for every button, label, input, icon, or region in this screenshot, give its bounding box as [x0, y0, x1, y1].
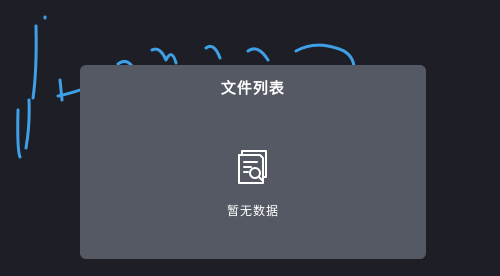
empty-state-text: 暂无数据: [226, 204, 279, 218]
file-list-modal: 文件列表 暂无数据: [80, 65, 426, 259]
ink-stroke: [58, 78, 64, 102]
ink-stroke: [204, 44, 222, 60]
document-search-icon: [232, 146, 274, 188]
ink-stroke: [24, 98, 31, 150]
ink-stroke: [31, 24, 38, 100]
ink-stroke: [150, 47, 178, 65]
ink-stroke: [294, 43, 356, 68]
ink-stroke: [16, 108, 22, 159]
modal-title: 文件列表: [220, 79, 285, 97]
ink-stroke: [246, 47, 270, 62]
